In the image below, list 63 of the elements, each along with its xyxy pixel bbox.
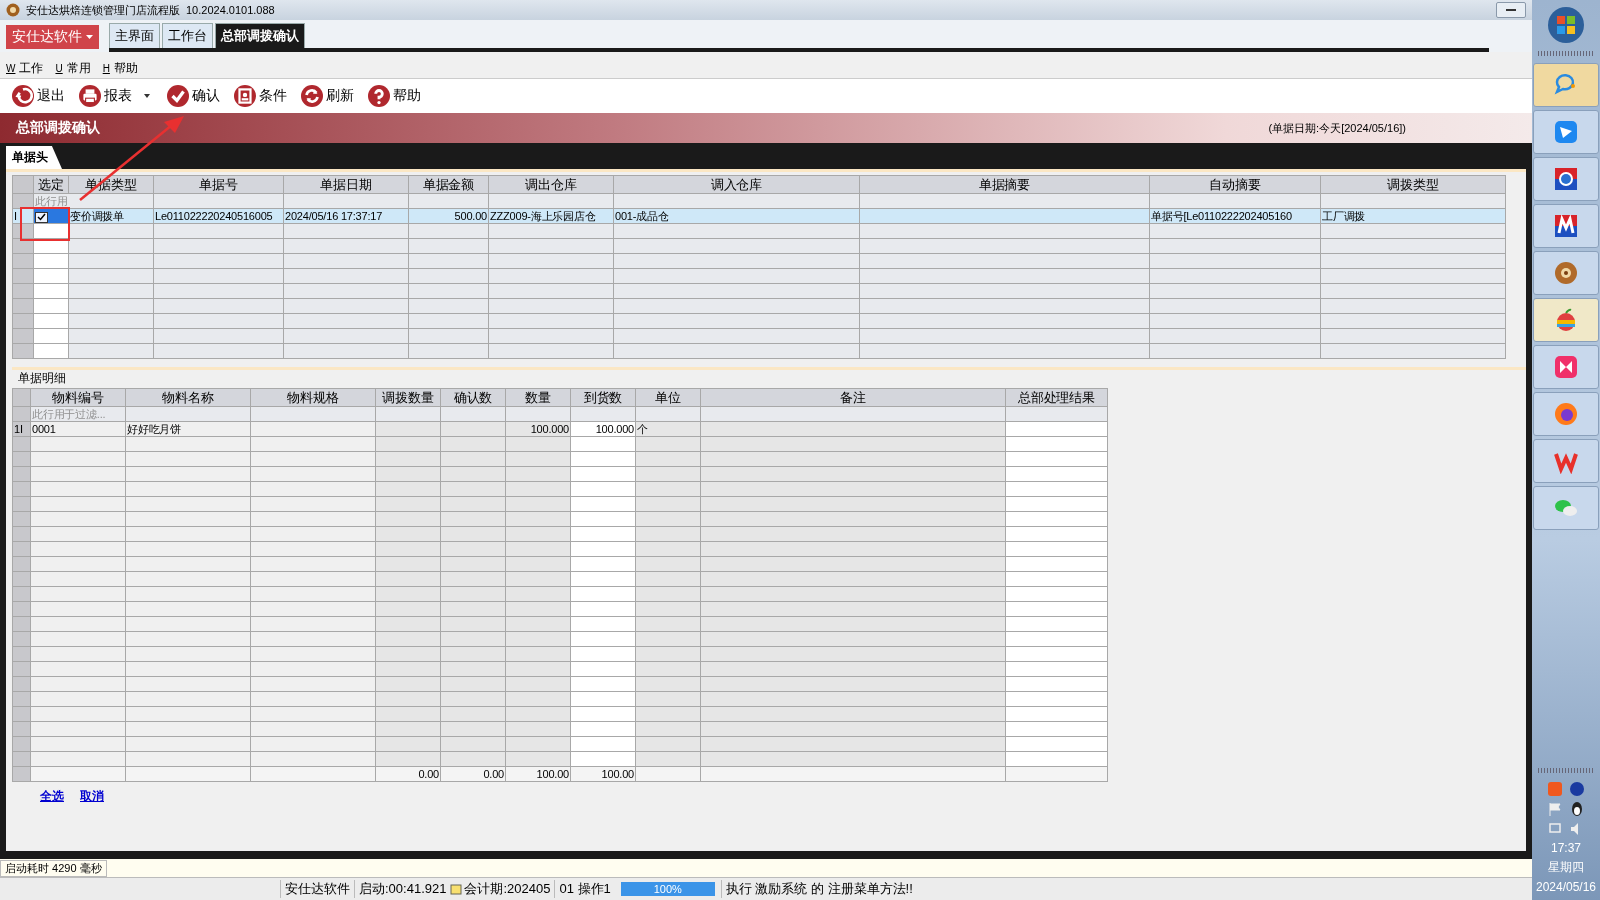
printer-icon xyxy=(79,85,101,107)
version-label: 10.2024.0101.088 xyxy=(186,4,275,16)
column-header[interactable]: 调出仓库 xyxy=(488,175,614,194)
tab[interactable]: 总部调拨确认 xyxy=(215,23,305,48)
column-header[interactable]: 单据号 xyxy=(153,175,284,194)
startup-time: 启动耗时 4290 毫秒 xyxy=(0,859,107,877)
column-header[interactable]: 物料编号 xyxy=(30,388,126,407)
section-tab[interactable]: 单据头 xyxy=(6,146,62,169)
link[interactable]: 取消 xyxy=(80,787,104,805)
column-header[interactable]: 调入仓库 xyxy=(613,175,860,194)
column-header[interactable]: 选定 xyxy=(33,175,69,194)
column-header[interactable]: 备注 xyxy=(700,388,1006,407)
link[interactable]: 全选 xyxy=(40,787,64,805)
status-message: 执行 激励系统 的 注册菜单方法!! xyxy=(720,880,917,898)
status-period: 会计期:202405 xyxy=(463,880,552,898)
check-icon xyxy=(167,85,189,107)
toolbar-button[interactable]: 报表 xyxy=(77,83,155,109)
toolbar-button[interactable]: 帮助 xyxy=(366,83,423,109)
table-row[interactable]: I 变价调拨单 Le011022220240516005 2024/05/16 17:37:17 500.00 ZZZ009-海上乐园店仓 001-成品仓 单据号[Le0110222202405160 工厂调拨 xyxy=(12,208,1506,224)
progress-reading: 100% xyxy=(652,882,683,896)
window-title: 安仕达烘焙连锁管理门店流程版 xyxy=(26,2,180,18)
toolbar-button[interactable]: 退出 xyxy=(10,83,67,109)
caret-icon xyxy=(86,35,93,39)
penguin-icon[interactable] xyxy=(1569,801,1585,817)
refresh-icon xyxy=(301,85,323,107)
brand-menu-button[interactable]: 安仕达软件 xyxy=(6,25,99,49)
column-header[interactable]: 调拨数量 xyxy=(375,388,441,407)
column-header[interactable]: 总部处理结果 xyxy=(1005,388,1108,407)
menu-item[interactable]: U 常用 xyxy=(55,59,91,77)
column-header[interactable]: 数量 xyxy=(505,388,571,407)
column-header[interactable]: 单据日期 xyxy=(283,175,409,194)
column-header[interactable]: 确认数 xyxy=(440,388,506,407)
column-header[interactable]: 自动摘要 xyxy=(1149,175,1321,194)
tab[interactable]: 工作台 xyxy=(162,23,213,48)
toolbar-button[interactable]: 条件 xyxy=(232,83,289,109)
checkbox[interactable] xyxy=(35,211,48,223)
status-company: 安仕达软件 xyxy=(280,880,354,898)
tab[interactable]: 主界面 xyxy=(109,23,160,48)
flag-icon[interactable] xyxy=(1547,801,1563,817)
id-card-icon xyxy=(234,85,256,107)
clock-weekday: 星期四 xyxy=(1548,859,1584,876)
clock-time: 17:37 xyxy=(1551,841,1581,855)
column-header[interactable]: 到货数 xyxy=(570,388,636,407)
date-note: (单据日期:今天[2024/05/16]) xyxy=(1268,120,1406,136)
note-icon xyxy=(450,883,463,895)
column-header[interactable]: 单位 xyxy=(635,388,701,407)
status-operator: 01 操作1 xyxy=(554,880,615,898)
menu-item[interactable]: H 帮助 xyxy=(102,59,138,77)
highlight-box xyxy=(20,207,70,241)
start-orb-icon[interactable] xyxy=(1547,6,1585,44)
minimize-button[interactable] xyxy=(1496,2,1526,18)
column-header[interactable]: 调拨类型 xyxy=(1320,175,1506,194)
table-row[interactable]: 1I 0001 好好吃月饼 100.000 100.000 个 xyxy=(12,421,1108,437)
clock-date: 2024/05/16 xyxy=(1535,880,1597,894)
column-header[interactable]: 物料规格 xyxy=(250,388,376,407)
column-header[interactable]: 单据摘要 xyxy=(859,175,1150,194)
toolbar-button[interactable]: 确认 xyxy=(165,83,222,109)
menu-item[interactable]: W 工作 xyxy=(6,59,44,77)
cookie-icon xyxy=(6,3,20,17)
toolbar-button[interactable]: 刷新 xyxy=(299,83,356,109)
column-header[interactable]: 物料名称 xyxy=(125,388,251,407)
column-header[interactable]: 单据金额 xyxy=(408,175,489,194)
page-title: 总部调拨确认 xyxy=(16,119,100,137)
